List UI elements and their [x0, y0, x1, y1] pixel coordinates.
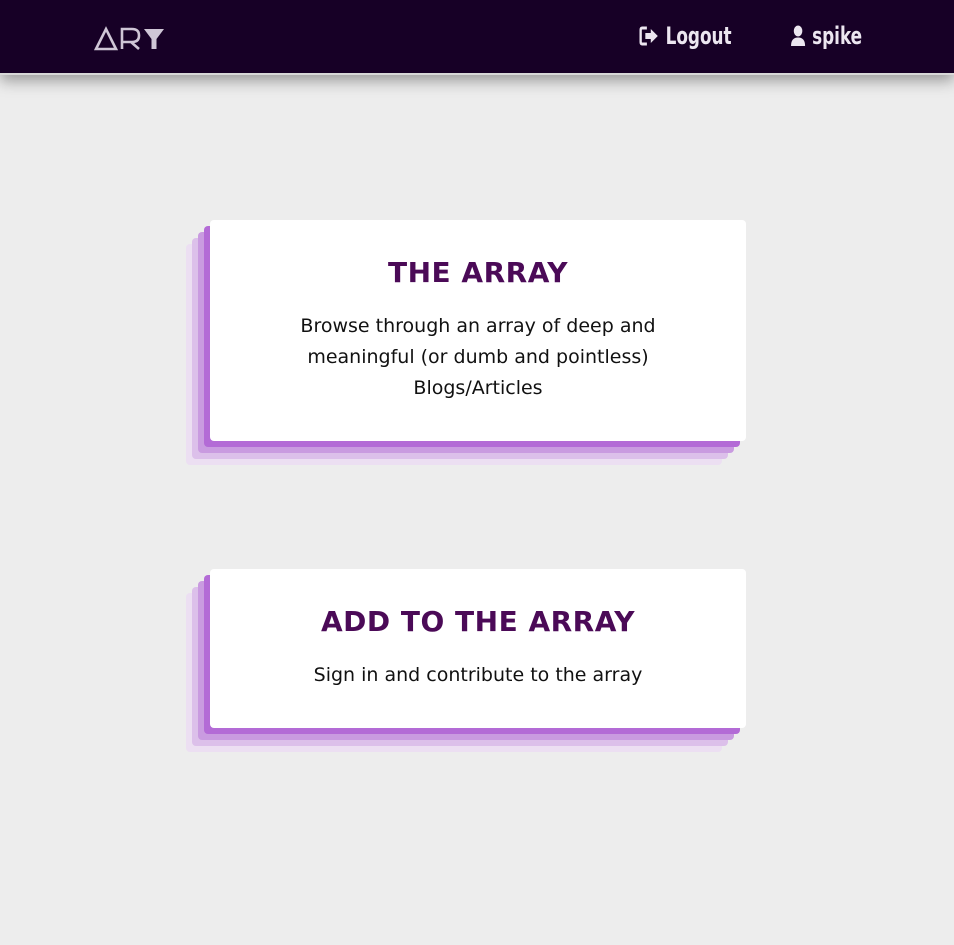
navbar: Logout spike — [0, 0, 954, 75]
card-the-array-wrapper: THE ARRAY Browse through an array of dee… — [186, 220, 746, 466]
logout-link[interactable]: Logout — [639, 22, 732, 50]
user-icon — [790, 25, 806, 47]
card-the-array[interactable]: THE ARRAY Browse through an array of dee… — [210, 220, 746, 441]
card-title: THE ARRAY — [388, 256, 568, 289]
card-title: ADD TO THE ARRAY — [320, 605, 636, 638]
card-add-to-array-wrapper: ADD TO THE ARRAY Sign in and contribute … — [186, 569, 746, 752]
logo-mark-icon — [94, 26, 164, 51]
card-description: Browse through an array of deep and mean… — [300, 315, 656, 399]
logo[interactable] — [94, 24, 166, 54]
logout-icon — [639, 26, 659, 46]
user-link[interactable]: spike — [790, 22, 862, 50]
card-add-to-the-array[interactable]: ADD TO THE ARRAY Sign in and contribute … — [210, 569, 746, 728]
user-label: spike — [812, 22, 862, 50]
card-description: Sign in and contribute to the array — [313, 664, 643, 686]
logout-label: Logout — [665, 22, 732, 50]
